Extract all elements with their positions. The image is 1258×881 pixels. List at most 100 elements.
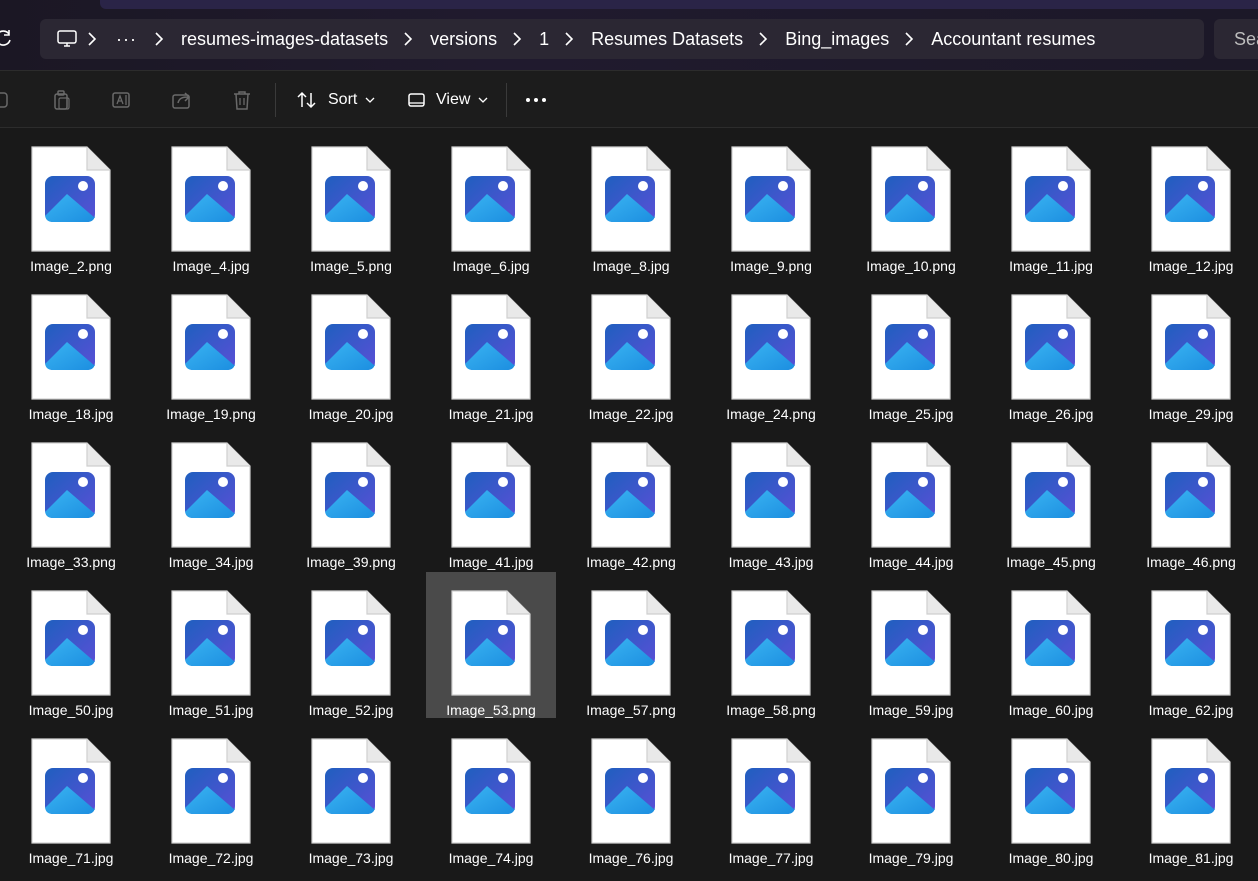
- file-name: Image_20.jpg: [308, 406, 394, 422]
- file-item[interactable]: Image_21.jpg: [426, 276, 556, 422]
- delete-icon[interactable]: [231, 89, 253, 111]
- view-label: View: [436, 91, 471, 108]
- file-name: Image_19.png: [166, 406, 256, 422]
- file-item[interactable]: Image_42.png: [566, 424, 696, 570]
- image-file-icon: [731, 294, 811, 400]
- file-item[interactable]: Image_18.jpg: [6, 276, 136, 422]
- file-item[interactable]: Image_73.jpg: [286, 720, 416, 866]
- file-item[interactable]: Image_20.jpg: [286, 276, 416, 422]
- hidden-crumbs-button[interactable]: ···: [104, 22, 149, 56]
- file-item[interactable]: Image_74.jpg: [426, 720, 556, 866]
- image-file-icon: [31, 738, 111, 844]
- file-item[interactable]: Image_22.jpg: [566, 276, 696, 422]
- address-bar[interactable]: ··· resumes-images-datasets versions 1 R…: [40, 19, 1204, 59]
- file-name: Image_22.jpg: [588, 406, 674, 422]
- file-item[interactable]: Image_24.png: [706, 276, 836, 422]
- file-name: Image_52.jpg: [308, 702, 394, 718]
- file-item[interactable]: Image_58.png: [706, 572, 836, 718]
- rename-icon[interactable]: [111, 89, 133, 111]
- file-name: Image_77.jpg: [728, 850, 814, 866]
- file-name: Image_39.png: [306, 554, 396, 570]
- file-item[interactable]: Image_46.png: [1126, 424, 1256, 570]
- file-item[interactable]: Image_12.jpg: [1126, 128, 1256, 274]
- file-item[interactable]: Image_9.png: [706, 128, 836, 274]
- image-file-icon: [1151, 442, 1231, 548]
- file-name: Image_71.jpg: [28, 850, 114, 866]
- file-item[interactable]: Image_2.png: [6, 128, 136, 274]
- image-file-icon: [31, 442, 111, 548]
- share-icon[interactable]: [171, 89, 193, 111]
- file-name: Image_4.jpg: [172, 258, 250, 274]
- file-item[interactable]: Image_51.jpg: [146, 572, 276, 718]
- file-item[interactable]: Image_79.jpg: [846, 720, 976, 866]
- file-item[interactable]: Image_76.jpg: [566, 720, 696, 866]
- sort-label: Sort: [328, 91, 358, 108]
- file-item[interactable]: Image_77.jpg: [706, 720, 836, 866]
- file-name: Image_8.jpg: [592, 258, 670, 274]
- file-item[interactable]: Image_72.jpg: [146, 720, 276, 866]
- copy-icon[interactable]: [51, 89, 73, 111]
- image-file-icon: [731, 590, 811, 696]
- tab-strip-edge: [100, 0, 1258, 9]
- file-item[interactable]: Image_45.png: [986, 424, 1116, 570]
- search-input[interactable]: Sea: [1214, 19, 1258, 59]
- file-item[interactable]: Image_71.jpg: [6, 720, 136, 866]
- this-pc-icon[interactable]: [56, 19, 78, 59]
- new-icon[interactable]: [0, 89, 12, 111]
- chevron-down-icon: [478, 97, 488, 103]
- file-item[interactable]: Image_11.jpg: [986, 128, 1116, 274]
- file-name: Image_24.png: [726, 406, 816, 422]
- file-item[interactable]: Image_5.png: [286, 128, 416, 274]
- file-item[interactable]: Image_10.png: [846, 128, 976, 274]
- breadcrumb-bing-images[interactable]: Bing_images: [775, 19, 899, 59]
- file-item[interactable]: Image_4.jpg: [146, 128, 276, 274]
- file-item[interactable]: Image_81.jpg: [1126, 720, 1256, 866]
- sort-button[interactable]: Sort: [296, 84, 375, 116]
- file-name: Image_5.png: [310, 258, 392, 274]
- file-item[interactable]: Image_59.jpg: [846, 572, 976, 718]
- breadcrumb-accountant-resumes[interactable]: Accountant resumes: [921, 19, 1105, 59]
- file-item[interactable]: Image_44.jpg: [846, 424, 976, 570]
- file-item[interactable]: Image_26.jpg: [986, 276, 1116, 422]
- file-item[interactable]: Image_19.png: [146, 276, 276, 422]
- image-file-icon: [171, 146, 251, 252]
- image-file-icon: [451, 294, 531, 400]
- breadcrumb-resumes-datasets[interactable]: Resumes Datasets: [581, 19, 753, 59]
- file-item[interactable]: Image_60.jpg: [986, 572, 1116, 718]
- file-name: Image_21.jpg: [448, 406, 534, 422]
- file-name: Image_10.png: [866, 258, 956, 274]
- image-file-icon: [591, 146, 671, 252]
- file-item[interactable]: Image_8.jpg: [566, 128, 696, 274]
- file-item[interactable]: Image_25.jpg: [846, 276, 976, 422]
- breadcrumb-1[interactable]: 1: [529, 19, 559, 59]
- file-item[interactable]: Image_6.jpg: [426, 128, 556, 274]
- file-item[interactable]: Image_53.png: [426, 572, 556, 718]
- file-name: Image_34.jpg: [168, 554, 254, 570]
- refresh-icon[interactable]: [0, 28, 14, 48]
- breadcrumb-resumes-images-datasets[interactable]: resumes-images-datasets: [171, 19, 398, 59]
- file-item[interactable]: Image_34.jpg: [146, 424, 276, 570]
- image-file-icon: [1011, 738, 1091, 844]
- image-file-icon: [171, 442, 251, 548]
- more-icon[interactable]: [525, 89, 547, 111]
- file-name: Image_18.jpg: [28, 406, 114, 422]
- file-item[interactable]: Image_80.jpg: [986, 720, 1116, 866]
- image-file-icon: [871, 590, 951, 696]
- file-item[interactable]: Image_57.png: [566, 572, 696, 718]
- breadcrumb-versions[interactable]: versions: [420, 19, 507, 59]
- file-item[interactable]: Image_39.png: [286, 424, 416, 570]
- image-file-icon: [591, 590, 671, 696]
- image-file-icon: [31, 146, 111, 252]
- image-file-icon: [1011, 294, 1091, 400]
- file-item[interactable]: Image_52.jpg: [286, 572, 416, 718]
- file-item[interactable]: Image_62.jpg: [1126, 572, 1256, 718]
- file-item[interactable]: Image_50.jpg: [6, 572, 136, 718]
- command-separator: [506, 83, 507, 117]
- file-name: Image_80.jpg: [1008, 850, 1094, 866]
- file-item[interactable]: Image_43.jpg: [706, 424, 836, 570]
- file-grid: Image_2.png Image_4.jpg Image_5.png Image_6…: [0, 128, 1258, 881]
- view-button[interactable]: View: [408, 84, 488, 116]
- file-item[interactable]: Image_29.jpg: [1126, 276, 1256, 422]
- file-item[interactable]: Image_33.png: [6, 424, 136, 570]
- file-item[interactable]: Image_41.jpg: [426, 424, 556, 570]
